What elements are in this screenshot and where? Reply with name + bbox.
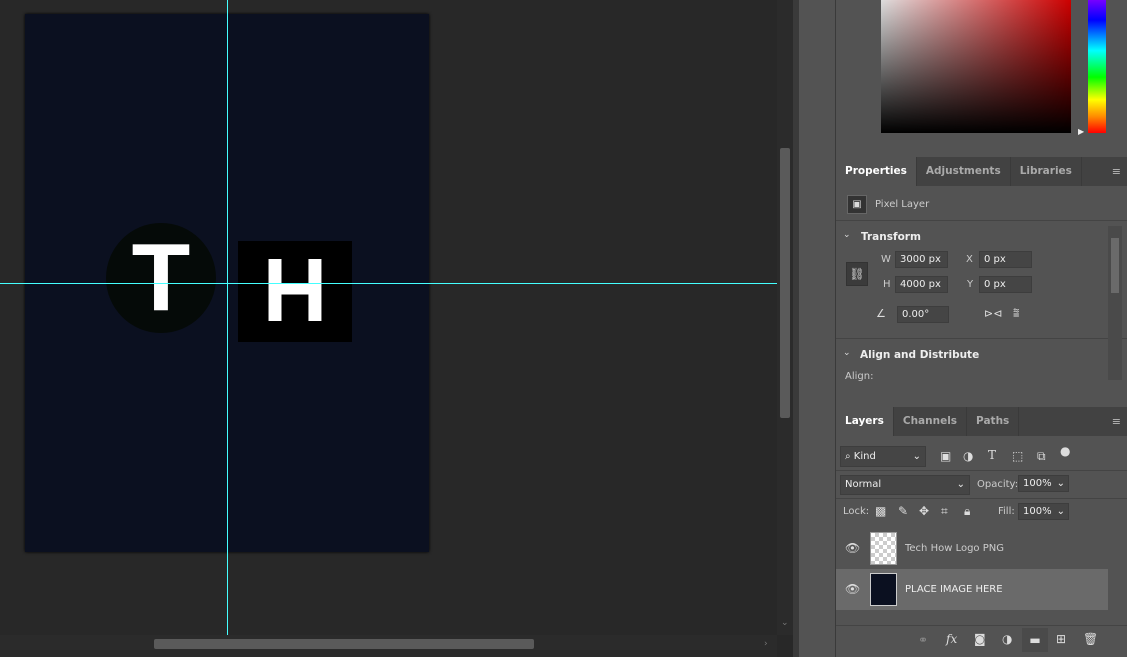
link-layers-icon[interactable]: ⚭ <box>918 633 928 647</box>
horizontal-guide[interactable] <box>0 283 777 284</box>
fill-value: 100% <box>1023 506 1052 517</box>
fill-label: Fill: <box>998 506 1015 517</box>
chevron-down-icon: ⌄ <box>956 479 965 490</box>
chevron-down-icon[interactable]: ⌄ <box>1057 476 1065 491</box>
tab-layers[interactable]: Layers <box>836 407 894 436</box>
x-label: X <box>966 254 973 265</box>
tab-properties[interactable]: Properties <box>836 157 917 186</box>
filter-adjustment-icon[interactable]: ◑ <box>963 449 973 463</box>
filter-shape-icon[interactable]: ⬚ <box>1012 449 1023 463</box>
link-dimensions-icon[interactable]: ⛓ <box>846 262 868 286</box>
height-field[interactable]: 4000 px <box>895 276 948 293</box>
flip-horizontal-icon[interactable]: ⊳⊲ <box>984 307 1002 320</box>
layer-row[interactable]: 👁︎ Tech How Logo PNG <box>836 528 1108 569</box>
logo-t-circle: T <box>106 223 216 333</box>
tab-libraries[interactable]: Libraries <box>1011 157 1082 186</box>
lock-paint-icon[interactable]: ✎ <box>898 504 908 518</box>
angle-icon: ∠ <box>876 307 886 320</box>
new-group-icon[interactable]: ▬ <box>1022 628 1048 652</box>
align-label: Align: <box>845 371 874 382</box>
panel-menu-icon[interactable]: ≡ <box>1112 165 1121 178</box>
horizontal-scrollbar[interactable]: › <box>0 635 777 657</box>
tab-paths[interactable]: Paths <box>967 407 1020 436</box>
delete-layer-icon[interactable]: 🗑︎ <box>1083 632 1098 646</box>
lock-label: Lock: <box>843 506 870 517</box>
filter-toggle-icon[interactable]: ● <box>1060 444 1070 458</box>
pixel-layer-icon: ▣ <box>847 195 867 214</box>
vertical-scrollbar[interactable]: ⌄ <box>777 0 793 635</box>
tab-channels[interactable]: Channels <box>894 407 968 436</box>
opacity-label: Opacity: <box>977 479 1019 490</box>
x-field[interactable]: 0 px <box>979 251 1032 268</box>
visibility-eye-icon[interactable]: 👁︎ <box>845 541 860 555</box>
hue-slider-handle-icon[interactable]: ▶ <box>1078 127 1084 136</box>
filter-kind-select[interactable]: ⌕ Kind ⌄ <box>840 446 926 467</box>
lock-transparent-icon[interactable]: ▩ <box>875 504 886 518</box>
fill-field[interactable]: 100% ⌄ <box>1018 503 1069 520</box>
hue-slider[interactable] <box>1088 0 1106 133</box>
opacity-field[interactable]: 100% ⌄ <box>1018 475 1069 492</box>
filter-kind-value: Kind <box>853 451 876 462</box>
lock-position-icon[interactable]: ✥ <box>919 504 929 518</box>
scroll-thumb[interactable] <box>154 639 534 649</box>
filter-pixel-icon[interactable]: ▣ <box>940 449 951 463</box>
adjustment-layer-icon[interactable]: ◑ <box>1002 632 1012 646</box>
layer-name[interactable]: PLACE IMAGE HERE <box>905 584 1003 595</box>
scroll-down-icon[interactable]: ⌄ <box>781 618 789 628</box>
flip-vertical-icon[interactable]: ⩰ <box>1013 306 1019 320</box>
panel-menu-icon[interactable]: ≡ <box>1112 415 1121 428</box>
layer-row-selected[interactable]: 👁︎ PLACE IMAGE HERE <box>836 569 1108 610</box>
canvas-area[interactable]: T H <box>0 0 777 635</box>
w-label: W <box>881 254 891 265</box>
opacity-value: 100% <box>1023 478 1052 489</box>
lock-artboard-icon[interactable]: ⌗ <box>941 504 948 519</box>
lock-all-icon[interactable]: 🔒︎ <box>964 504 970 519</box>
scroll-right-icon[interactable]: › <box>764 639 768 649</box>
new-layer-icon[interactable]: ⊞ <box>1056 632 1066 646</box>
collapse-transform-icon[interactable]: ⌄ <box>843 230 851 240</box>
y-label: Y <box>967 279 974 290</box>
logo-h-square: H <box>238 241 352 342</box>
add-mask-icon[interactable]: ◙ <box>974 632 986 646</box>
color-field[interactable] <box>881 0 1071 133</box>
chevron-down-icon: ⌄ <box>912 451 921 462</box>
layer-thumbnail <box>870 532 897 565</box>
blend-mode-value: Normal <box>845 479 882 490</box>
properties-tabbar: Properties Adjustments Libraries ≡ <box>836 157 1127 186</box>
blend-mode-select[interactable]: Normal ⌄ <box>840 475 970 495</box>
h-label: H <box>883 279 891 290</box>
chevron-down-icon[interactable]: ⌄ <box>1057 504 1065 519</box>
transform-heading: Transform <box>861 231 921 243</box>
scroll-thumb[interactable] <box>780 148 790 418</box>
layer-thumbnail <box>870 573 897 606</box>
scroll-thumb[interactable] <box>1111 238 1119 293</box>
width-field[interactable]: 3000 px <box>895 251 948 268</box>
angle-field[interactable]: 0.00° <box>897 306 949 323</box>
collapsed-panel-strip <box>793 0 836 657</box>
fx-icon[interactable]: fx <box>946 632 957 646</box>
tab-adjustments[interactable]: Adjustments <box>917 157 1011 186</box>
layer-type-label: Pixel Layer <box>875 199 930 210</box>
filter-type-icon[interactable]: T <box>988 448 996 462</box>
visibility-eye-icon[interactable]: 👁︎ <box>845 582 860 596</box>
collapse-align-icon[interactable]: ⌄ <box>843 348 851 358</box>
layer-name[interactable]: Tech How Logo PNG <box>905 543 1004 554</box>
vertical-guide[interactable] <box>227 0 228 635</box>
properties-scrollbar[interactable] <box>1108 226 1122 380</box>
align-heading: Align and Distribute <box>860 349 980 361</box>
y-field[interactable]: 0 px <box>979 276 1032 293</box>
filter-smart-object-icon[interactable]: ⧉ <box>1037 449 1046 464</box>
layers-tabbar: Layers Channels Paths ≡ <box>836 407 1127 436</box>
